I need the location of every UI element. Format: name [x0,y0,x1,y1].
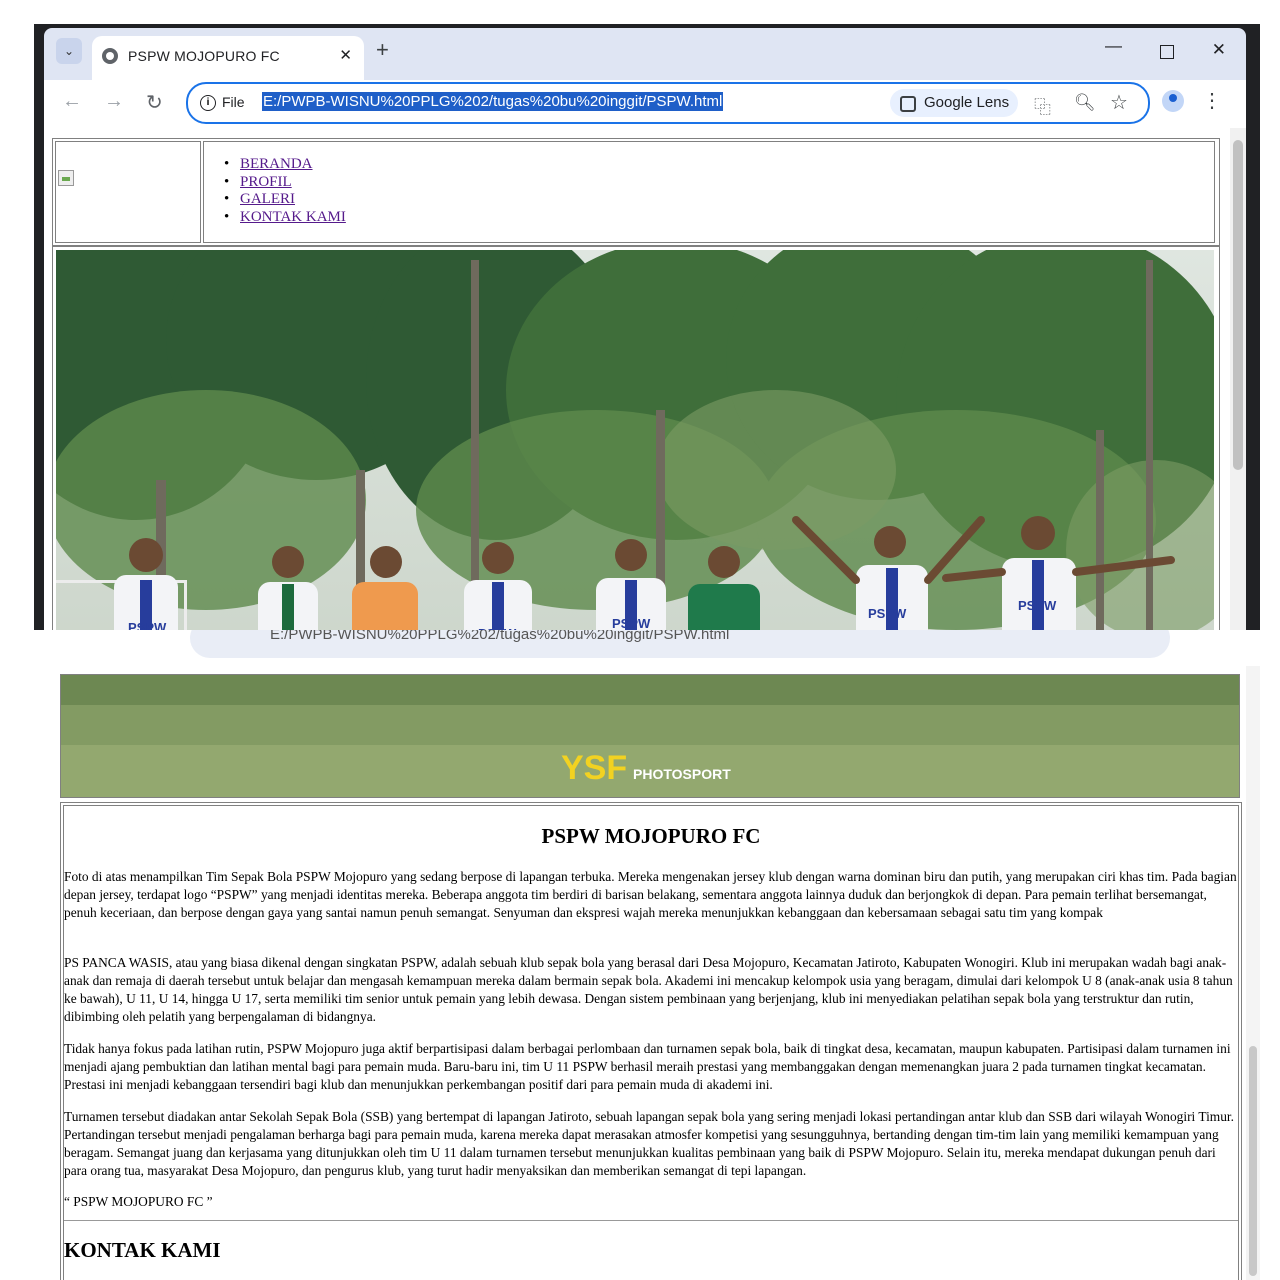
translate-icon[interactable]: ⿻ [1034,93,1051,118]
url-text-partial: E:/PWPB-WISNU%20PPLG%202/tugas%20bu%20in… [270,630,730,643]
browser-tab[interactable]: PSPW MOJOPURO FC ✕ [92,36,364,80]
minimize-icon[interactable]: — [1105,36,1122,56]
content-frame: PSPW MOJOPURO FC Foto di atas menampilka… [60,802,1242,1280]
page-viewport: BERANDA PROFIL GALERI KONTAK KAMI [44,128,1246,630]
article-title: PSPW MOJOPURO FC [541,824,761,848]
nav-item-kontak: KONTAK KAMI [224,209,346,227]
browser-window-bottom: E:/PWPB-WISNU%20PPLG%202/tugas%20bu%20in… [38,630,1260,1280]
contact-heading: KONTAK KAMI [64,1238,221,1262]
field-photo-illustration: YSF PHOTOSPORT [61,675,1239,797]
article-paragraph-4: Turnamen tersebut diadakan antar Sekolah… [64,1109,1234,1178]
star-icon[interactable]: ☆ [1110,90,1128,115]
team-photo-bottom-frame: YSF PHOTOSPORT [60,674,1240,798]
article-paragraph-3: Tidak hanya fokus pada latihan rutin, PS… [64,1041,1231,1092]
address-bar[interactable]: i File E:/PWPB-WISNU%20PPLG%202/tugas%20… [186,82,1150,124]
url-text[interactable]: E:/PWPB-WISNU%20PPLG%202/tugas%20bu%20in… [262,92,724,111]
scrollbar-thumb[interactable] [1233,140,1243,470]
page-scrollbar-bottom[interactable] [1246,666,1260,1280]
browser-toolbar: ← → ↻ i File E:/PWPB-WISNU%20PPLG%202/tu… [44,80,1246,128]
article-paragraph-2: PS PANCA WASIS, atau yang biasa dikenal … [64,955,1233,1024]
address-bar-partial[interactable]: E:/PWPB-WISNU%20PPLG%202/tugas%20bu%20in… [190,630,1170,658]
svg-text:PSPW: PSPW [1018,598,1057,613]
lens-label: Google Lens [924,94,1010,111]
maximize-icon[interactable] [1160,45,1174,59]
nav-item-galeri: GALERI [224,191,346,209]
nav-link-profil[interactable]: PROFIL [240,174,292,190]
nav-item-profil: PROFIL [224,174,346,192]
tab-strip: ⌄ PSPW MOJOPURO FC ✕ + — ✕ [44,28,1246,80]
page-scrollbar[interactable] [1230,128,1246,630]
close-icon[interactable]: ✕ [339,46,352,64]
chevron-down-icon[interactable]: ⌄ [56,38,82,64]
nav-cell: BERANDA PROFIL GALERI KONTAK KAMI [203,141,1215,243]
google-lens-button[interactable]: Google Lens [890,89,1018,117]
lens-icon [900,96,916,112]
nav-link-kontak[interactable]: KONTAK KAMI [240,209,346,225]
nav-link-galeri[interactable]: GALERI [240,191,295,207]
team-photo-illustration: PSPW PSPW PSPW PSPW [56,250,1216,630]
watermark-ysf: YSF [561,749,627,787]
plus-icon[interactable]: + [376,38,389,62]
back-arrow-icon[interactable]: ← [62,90,82,113]
file-label: File [222,94,245,110]
globe-icon [102,48,118,64]
kebab-menu-icon[interactable]: ⋮ [1202,88,1222,113]
zoom-icon[interactable]: 🔍︎ [1074,93,1096,113]
info-icon[interactable]: i [200,95,216,111]
team-photo: PSPW PSPW PSPW PSPW [56,250,1216,630]
reload-icon[interactable]: ↻ [146,90,163,115]
nav-list: BERANDA PROFIL GALERI KONTAK KAMI [224,156,346,226]
browser-window-top: ⌄ PSPW MOJOPURO FC ✕ + — ✕ ← → ↻ i File … [34,24,1260,630]
profile-icon[interactable] [1162,90,1184,112]
svg-text:PSPW: PSPW [612,616,651,630]
nav-item-beranda: BERANDA [224,156,346,174]
watermark-photosport: PHOTOSPORT [633,766,731,782]
broken-image-icon [58,170,74,186]
article-paragraph-1: Foto di atas menampilkan Tim Sepak Bola … [64,869,1237,920]
team-photo-frame: PSPW PSPW PSPW PSPW [52,246,1220,630]
browser-toolbar-partial: E:/PWPB-WISNU%20PPLG%202/tugas%20bu%20in… [38,630,1260,666]
forward-arrow-icon[interactable]: → [104,90,124,113]
svg-text:PSPW: PSPW [868,606,907,621]
close-window-icon[interactable]: ✕ [1212,40,1226,60]
article-container: PSPW MOJOPURO FC Foto di atas menampilka… [63,805,1239,1280]
divider [64,1220,1238,1221]
svg-text:PSPW: PSPW [128,620,167,630]
tab-title: PSPW MOJOPURO FC [128,48,280,64]
page-viewport-bottom: YSF PHOTOSPORT PSPW MOJOPURO FC Foto di … [48,666,1260,1280]
header-table: BERANDA PROFIL GALERI KONTAK KAMI [52,138,1220,246]
club-quote: “ PSPW MOJOPURO FC ” [64,1194,213,1209]
nav-link-beranda[interactable]: BERANDA [240,156,313,172]
scrollbar-thumb-bottom[interactable] [1249,1046,1257,1276]
logo-cell [55,141,201,243]
